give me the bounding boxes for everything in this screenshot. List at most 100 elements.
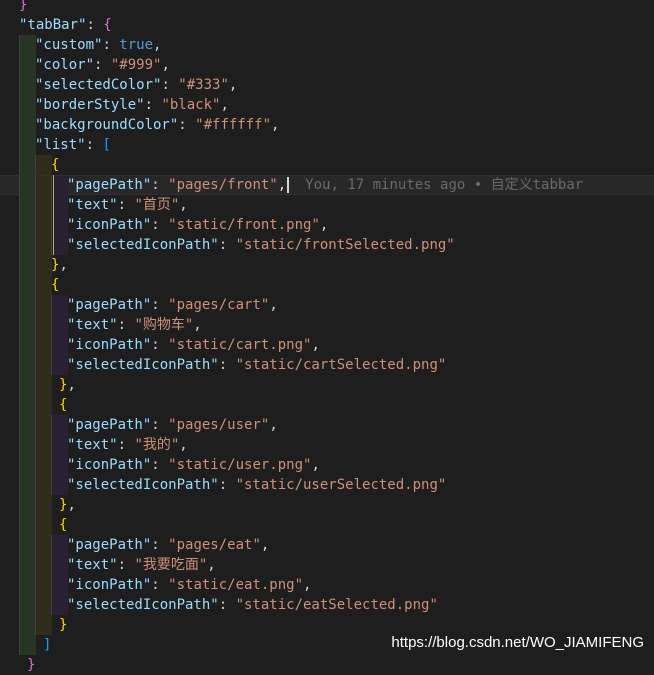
code-line[interactable]: "borderStyle": "black",	[0, 95, 654, 115]
code-token: "selectedIconPath"	[67, 357, 219, 373]
code-line[interactable]: },	[0, 375, 654, 395]
code-line[interactable]: "selectedIconPath": "static/frontSelecte…	[0, 235, 654, 255]
code-token: {	[59, 397, 68, 413]
indent-guide	[19, 75, 36, 95]
code-text: },	[59, 375, 76, 395]
code-line[interactable]: "pagePath": "pages/user",	[0, 415, 654, 435]
indent-guide	[35, 575, 52, 595]
code-line[interactable]: "color": "#999",	[0, 55, 654, 75]
code-token: ]	[43, 637, 52, 653]
code-token: :	[151, 417, 169, 433]
indent-guide	[35, 275, 52, 295]
code-token: :	[178, 117, 196, 133]
code-line[interactable]: "pagePath": "pages/eat",	[0, 535, 654, 555]
code-line[interactable]: "text": "首页",	[0, 195, 654, 215]
code-text: ]	[43, 635, 51, 655]
code-editor[interactable]: } "tabBar": {"custom": true, "color": "#99…	[0, 0, 654, 673]
code-text: "selectedIconPath": "static/cartSelected…	[67, 355, 446, 375]
code-text: "iconPath": "static/eat.png",	[67, 575, 311, 595]
code-token: ,	[269, 297, 278, 313]
code-text: "iconPath": "static/front.png",	[67, 215, 328, 235]
code-token: "static/user.png"	[168, 457, 312, 473]
code-text: },	[51, 255, 68, 275]
code-line[interactable]: "pagePath": "pages/front", You, 17 minute…	[0, 175, 654, 196]
code-text: "text": "购物车",	[67, 315, 202, 335]
code-line[interactable]: "text": "购物车",	[0, 315, 654, 335]
code-line[interactable]: },	[0, 255, 654, 275]
code-token: "selectedIconPath"	[67, 477, 219, 493]
indent-guide	[19, 435, 36, 455]
code-token: "pages/front"	[168, 177, 278, 193]
code-line[interactable]: "iconPath": "static/user.png",	[0, 455, 654, 475]
code-token: "pagePath"	[67, 177, 152, 193]
indent-guide	[51, 355, 68, 375]
indent-guide	[35, 455, 52, 475]
indent-guide	[51, 315, 68, 335]
indent-guide	[51, 595, 68, 615]
code-line[interactable]: "backgroundColor": "#ffffff",	[0, 115, 654, 135]
code-line[interactable]: "tabBar": {	[0, 15, 654, 35]
code-token: :	[86, 17, 104, 33]
code-token: "pagePath"	[67, 297, 152, 313]
code-token: :	[144, 97, 162, 113]
indent-guide	[51, 555, 68, 575]
code-token: ,	[277, 177, 287, 193]
code-token: ,	[179, 437, 188, 453]
code-token: "list"	[35, 137, 86, 153]
code-text: "selectedIconPath": "static/userSelected…	[67, 475, 446, 495]
code-token: "首页"	[134, 197, 180, 213]
code-line[interactable]: }	[0, 655, 654, 675]
code-line[interactable]: "text": "我要吃面",	[0, 555, 654, 575]
code-token: "custom"	[35, 37, 103, 53]
indent-guide	[35, 475, 52, 495]
code-line[interactable]: "selectedIconPath": "static/userSelected…	[0, 475, 654, 495]
code-text: {	[59, 515, 67, 535]
code-token: ,	[269, 417, 278, 433]
indent-guide	[19, 155, 36, 175]
indent-guide	[35, 535, 52, 555]
indent-guide	[35, 395, 52, 415]
indent-guide	[51, 335, 68, 355]
code-token: :	[151, 297, 169, 313]
code-line[interactable]: "text": "我的",	[0, 435, 654, 455]
code-line[interactable]: "selectedColor": "#333",	[0, 75, 654, 95]
code-token: ,	[311, 457, 320, 473]
code-token: "selectedIconPath"	[67, 597, 219, 613]
code-text: }	[27, 655, 35, 675]
code-line[interactable]: "selectedIconPath": "static/eatSelected.…	[0, 595, 654, 615]
code-line[interactable]: {	[0, 515, 654, 535]
code-line[interactable]: },	[0, 495, 654, 515]
code-token: ,	[67, 377, 76, 393]
text-cursor	[287, 177, 290, 193]
watermark: https://blog.csdn.net/WO_JIAMIFENG	[391, 634, 644, 651]
code-text: "selectedIconPath": "static/frontSelecte…	[67, 235, 455, 255]
code-token: :	[151, 177, 169, 193]
code-token: ,	[153, 37, 162, 53]
indent-guide	[35, 195, 52, 215]
code-line[interactable]: {	[0, 275, 654, 295]
code-line[interactable]: }	[0, 0, 654, 15]
code-token: :	[218, 357, 236, 373]
code-token: :	[218, 597, 236, 613]
indent-guide	[19, 135, 36, 155]
code-token: :	[117, 557, 135, 573]
code-token: {	[103, 17, 112, 33]
code-line[interactable]: {	[0, 155, 654, 175]
indent-guide	[19, 395, 36, 415]
code-line[interactable]: "iconPath": "static/cart.png",	[0, 335, 654, 355]
code-token: :	[94, 57, 111, 73]
code-line[interactable]: "iconPath": "static/eat.png",	[0, 575, 654, 595]
code-line[interactable]: "list": [	[0, 135, 654, 155]
code-token: ,	[161, 57, 170, 73]
code-token: "static/cartSelected.png"	[235, 357, 447, 373]
code-line[interactable]: "selectedIconPath": "static/cartSelected…	[0, 355, 654, 375]
code-line[interactable]: "pagePath": "pages/cart",	[0, 295, 654, 315]
code-line[interactable]: "custom": true,	[0, 35, 654, 55]
code-line[interactable]: "iconPath": "static/front.png",	[0, 215, 654, 235]
code-line[interactable]: }	[0, 615, 654, 635]
indent-guide	[51, 475, 68, 495]
code-token: "static/eat.png"	[168, 577, 304, 593]
code-line[interactable]: {	[0, 395, 654, 415]
indent-guide	[35, 555, 52, 575]
code-token: "iconPath"	[67, 217, 152, 233]
